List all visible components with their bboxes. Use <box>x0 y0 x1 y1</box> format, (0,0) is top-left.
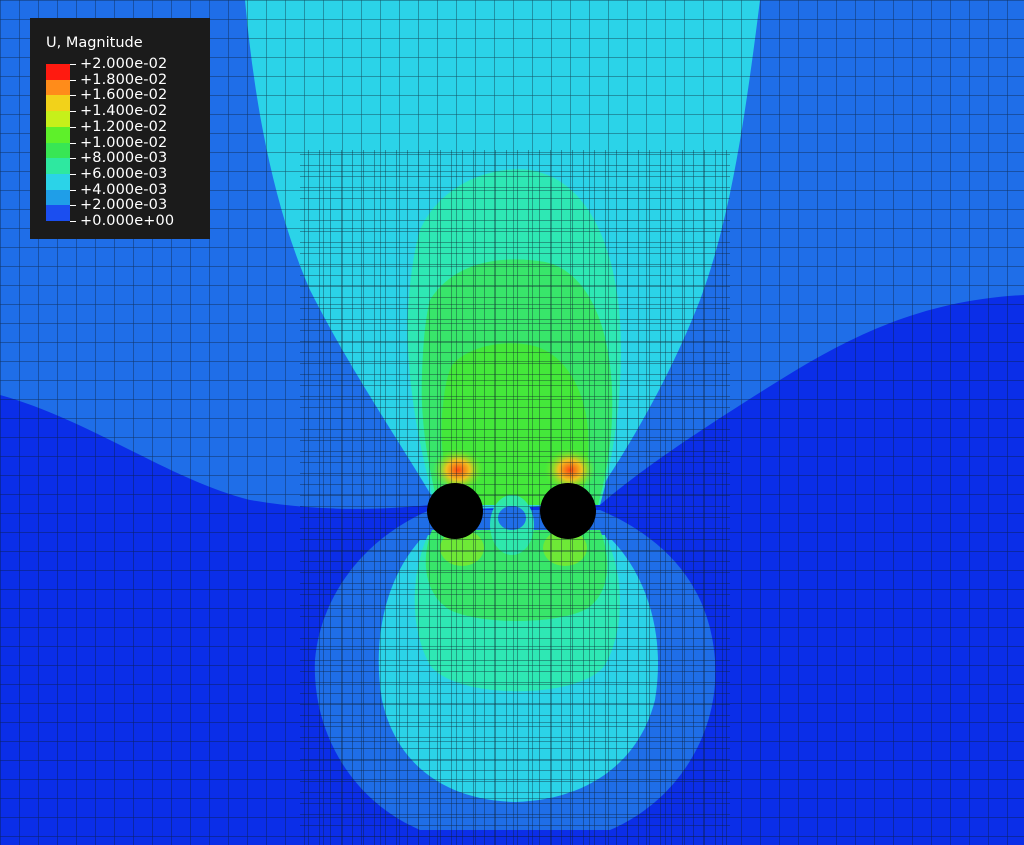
legend-tick <box>70 64 76 65</box>
legend-label: +6.000e-03 <box>80 165 168 182</box>
legend-label: +1.000e-02 <box>80 134 168 151</box>
legend-swatch <box>46 64 70 81</box>
legend-tick <box>70 126 76 128</box>
legend-label: +1.200e-02 <box>80 118 168 135</box>
legend-label: +8.000e-03 <box>80 150 168 167</box>
legend-swatch <box>46 189 70 206</box>
legend-label: +1.400e-02 <box>80 103 168 120</box>
legend-swatch <box>46 111 70 128</box>
legend-swatch <box>46 205 70 222</box>
legend-label: +2.000e-03 <box>80 197 168 214</box>
legend-tick <box>70 111 76 113</box>
legend-swatch <box>46 158 70 175</box>
legend-label: +1.800e-02 <box>80 71 168 88</box>
legend: U, Magnitude +2.000e-02 +1.800e-02 +1.600e… <box>30 18 210 239</box>
legend-label: +2.000e-02 <box>80 56 168 72</box>
legend-label: +1.600e-02 <box>80 87 168 104</box>
legend-swatch <box>46 79 70 96</box>
legend-swatch <box>46 126 70 143</box>
legend-swatch <box>46 173 70 191</box>
legend-tick <box>70 142 76 144</box>
legend-swatch <box>46 95 70 112</box>
legend-label: +4.000e-03 <box>80 181 168 198</box>
contour-plot-viewport: U, Magnitude +2.000e-02 +1.800e-02 +1.600e… <box>0 0 1024 845</box>
legend-title: U, Magnitude <box>46 35 143 51</box>
legend-tick <box>70 221 76 222</box>
legend-tick <box>70 158 76 160</box>
legend-tick <box>70 189 76 191</box>
legend-swatch <box>46 142 70 159</box>
legend-tick <box>70 205 76 207</box>
hole-left <box>427 483 483 539</box>
hole-right <box>540 483 596 539</box>
legend-tick <box>70 79 76 81</box>
legend-tick <box>70 173 76 175</box>
legend-label: +0.000e+00 <box>80 213 175 229</box>
mesh-fine <box>300 150 730 845</box>
legend-tick <box>70 95 76 97</box>
